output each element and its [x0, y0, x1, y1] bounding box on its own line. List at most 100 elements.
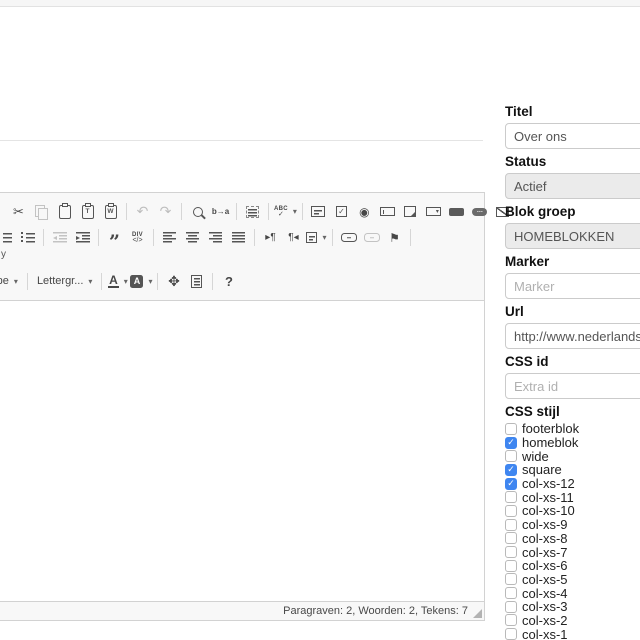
text-color-icon[interactable]: A▾: [106, 270, 129, 293]
checkbox-row-col-xs-8[interactable]: col-xs-8: [505, 532, 640, 546]
find-icon[interactable]: [186, 200, 209, 223]
checkbox-col-xs-1-unchecked[interactable]: [505, 628, 517, 640]
checkbox-row-col-xs-6[interactable]: col-xs-6: [505, 559, 640, 573]
about-icon[interactable]: ?: [217, 270, 240, 293]
replace-icon[interactable]: b→a: [209, 200, 232, 223]
status-label: Status: [505, 154, 640, 170]
url-input[interactable]: http://www.nederlandseijz: [505, 323, 640, 349]
checkbox-col-xs-10-unchecked[interactable]: [505, 505, 517, 517]
textarea-icon[interactable]: [399, 200, 422, 223]
checkbox-col-xs-4-unchecked[interactable]: [505, 587, 517, 599]
chevron-down-icon: ▾: [148, 277, 152, 286]
checkbox-homeblok-checked[interactable]: ✓: [505, 437, 517, 449]
redo-icon[interactable]: ↷: [154, 200, 177, 223]
field-blok-groep: Blok groepHOMEBLOKKEN: [505, 204, 640, 249]
checkbox-col-xs-12-checked[interactable]: ✓: [505, 478, 517, 490]
checkbox-col-xs-2-unchecked[interactable]: [505, 614, 517, 626]
blok-groep-select[interactable]: HOMEBLOKKEN: [505, 223, 640, 249]
div-container-icon[interactable]: DIV</>: [126, 226, 149, 249]
button-field-icon[interactable]: [445, 200, 468, 223]
align-justify-icon[interactable]: [227, 226, 250, 249]
toolbar-separator: [126, 203, 127, 220]
toolbar-separator: [157, 273, 158, 290]
font-size-combo[interactable]: Lettergr...▾: [32, 270, 98, 292]
show-blocks-icon[interactable]: [185, 270, 208, 293]
toolbar-separator: [268, 203, 269, 220]
indent-icon[interactable]: [71, 226, 94, 249]
toolbar-separator: [27, 273, 28, 290]
checkbox-col-xs-9-unchecked[interactable]: [505, 519, 517, 531]
blockquote-icon[interactable]: ”: [103, 226, 126, 249]
checkbox-square-checked[interactable]: ✓: [505, 464, 517, 476]
numbered-list-icon[interactable]: [0, 226, 16, 249]
checkbox-row-col-xs-1[interactable]: col-xs-1: [505, 627, 640, 640]
background-color-icon[interactable]: A▾: [129, 270, 153, 293]
checkbox-row-wide[interactable]: wide: [505, 449, 640, 463]
checkbox-row-footerblok[interactable]: footerblok: [505, 422, 640, 436]
form-icon[interactable]: [307, 200, 330, 223]
status-value: Actief: [514, 179, 547, 194]
select-all-icon[interactable]: [241, 200, 264, 223]
select-field-icon[interactable]: [422, 200, 445, 223]
checkbox-row-col-xs-2[interactable]: col-xs-2: [505, 614, 640, 628]
paste-icon[interactable]: [53, 200, 76, 223]
paste-from-word-icon[interactable]: W: [99, 200, 122, 223]
checkbox-col-xs-3-unchecked[interactable]: [505, 601, 517, 613]
marker-input[interactable]: Marker: [505, 273, 640, 299]
toolbar-row-2: ”DIV</> ▸¶¶◂▾ ⚑: [0, 225, 480, 250]
bidi-ltr-icon[interactable]: ▸¶: [259, 226, 282, 249]
css-id-input[interactable]: Extra id: [505, 373, 640, 399]
editor-content[interactable]: [0, 301, 484, 601]
checkbox-row-col-xs-12[interactable]: ✓col-xs-12: [505, 477, 640, 491]
undo-icon[interactable]: ↶: [131, 200, 154, 223]
align-left-icon[interactable]: [158, 226, 181, 249]
checkbox-wide-unchecked[interactable]: [505, 450, 517, 462]
resize-grip[interactable]: [473, 609, 482, 618]
checkbox-col-xs-5-unchecked[interactable]: [505, 573, 517, 585]
checkbox-row-col-xs-7[interactable]: col-xs-7: [505, 545, 640, 559]
checkbox-row-col-xs-5[interactable]: col-xs-5: [505, 573, 640, 587]
status-select[interactable]: Actief: [505, 173, 640, 199]
link-icon[interactable]: [337, 226, 360, 249]
maximize-icon[interactable]: ✥: [162, 270, 185, 293]
checkbox-row-square[interactable]: ✓square: [505, 463, 640, 477]
checkbox-col-xs-7-unchecked[interactable]: [505, 546, 517, 558]
checkbox-col-xs-11-unchecked[interactable]: [505, 491, 517, 503]
checkbox-footerblok-unchecked[interactable]: [505, 423, 517, 435]
clipped-toolbar-fragment: y: [1, 249, 6, 260]
bulleted-list-icon[interactable]: [16, 226, 39, 249]
toolbar-separator: [181, 203, 182, 220]
sidebar-fields: TitelOver ons Status Actief Blok groepHOMEB…: [505, 104, 640, 399]
checkbox-row-homeblok[interactable]: ✓homeblok: [505, 436, 640, 450]
outdent-icon[interactable]: [48, 226, 71, 249]
checkbox-col-xs-8-unchecked[interactable]: [505, 532, 517, 544]
toolbar-separator: [236, 203, 237, 220]
align-right-icon[interactable]: [204, 226, 227, 249]
checkbox-col-xs-6-unchecked[interactable]: [505, 560, 517, 572]
paste-as-text-icon[interactable]: T: [76, 200, 99, 223]
font-name-combo[interactable]: Lettertype▾: [0, 270, 23, 292]
language-icon[interactable]: ▾: [305, 226, 328, 249]
toolbar-separator: [332, 229, 333, 246]
field-css-id: CSS idExtra id: [505, 354, 640, 399]
checkbox-row-col-xs-10[interactable]: col-xs-10: [505, 504, 640, 518]
radio-field-icon[interactable]: ◉: [353, 200, 376, 223]
chevron-down-icon: ▾: [293, 207, 297, 216]
align-center-icon[interactable]: [181, 226, 204, 249]
titel-input[interactable]: Over ons: [505, 123, 640, 149]
bidi-rtl-icon[interactable]: ¶◂: [282, 226, 305, 249]
checkbox-field-icon[interactable]: ✓: [330, 200, 353, 223]
copy-icon[interactable]: [30, 200, 53, 223]
chevron-down-icon: ▾: [14, 277, 18, 286]
text-field-icon[interactable]: [376, 200, 399, 223]
checkbox-row-col-xs-9[interactable]: col-xs-9: [505, 518, 640, 532]
spellcheck-icon[interactable]: ABC✓▾: [273, 200, 298, 223]
checkbox-row-col-xs-3[interactable]: col-xs-3: [505, 600, 640, 614]
anchor-icon[interactable]: ⚑: [383, 226, 406, 249]
checkbox-row-col-xs-11[interactable]: col-xs-11: [505, 490, 640, 504]
checkbox-row-col-xs-4[interactable]: col-xs-4: [505, 586, 640, 600]
unlink-icon[interactable]: [360, 226, 383, 249]
image-button-icon[interactable]: [468, 200, 491, 223]
cut-icon[interactable]: ✂: [7, 200, 30, 223]
field-titel: TitelOver ons: [505, 104, 640, 149]
